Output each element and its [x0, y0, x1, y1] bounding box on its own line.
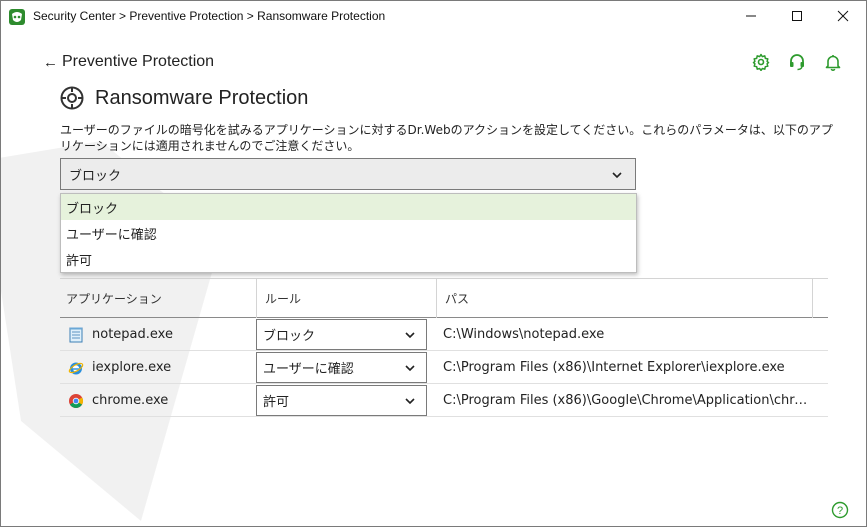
arrow-left-icon: ← [43, 53, 58, 71]
minimize-button[interactable] [728, 1, 774, 31]
app-cell: chrome.exe [68, 384, 168, 417]
rule-select-value: ユーザーに確認 [263, 362, 354, 377]
path-cell: C:\Program Files (x86)\Internet Explorer… [443, 351, 813, 384]
ransomware-shield-icon [60, 86, 84, 110]
internet-explorer-icon [68, 362, 84, 374]
headset-icon[interactable] [788, 53, 806, 71]
minimize-icon [746, 15, 756, 17]
notepad-icon [69, 327, 83, 342]
back-link[interactable]: ← Preventive Protection [43, 53, 214, 71]
path-text: C:\Program Files (x86)\Google\Chrome\App… [443, 393, 813, 408]
rule-select-value: 許可 [263, 395, 290, 410]
path-text: C:\Program Files (x86)\Internet Explorer… [443, 360, 785, 375]
close-icon [837, 10, 849, 22]
rule-select[interactable]: ブロック [256, 319, 427, 350]
table-header: アプリケーション ルール パス [60, 278, 828, 318]
rule-select[interactable]: ユーザーに確認 [256, 352, 427, 383]
app-window: Security Center > Preventive Protection … [0, 0, 867, 527]
chevron-down-icon [405, 332, 415, 339]
dropdown-option-block[interactable]: ブロック [61, 194, 636, 220]
drweb-logo-icon [9, 9, 25, 25]
bell-icon[interactable] [824, 53, 842, 71]
chevron-down-icon [405, 398, 415, 405]
table-row[interactable]: iexplore.exe ユーザーに確認 C:\Program Files (x… [60, 351, 828, 384]
path-cell: C:\Windows\notepad.exe [443, 318, 813, 351]
app-name: notepad.exe [92, 327, 173, 342]
option-label: ユーザーに確認 [66, 227, 157, 243]
app-cell: notepad.exe [68, 318, 173, 351]
close-button[interactable] [820, 1, 866, 31]
rule-select-value: ブロック [263, 329, 316, 344]
column-divider [812, 279, 813, 318]
window-title: Security Center > Preventive Protection … [33, 9, 386, 23]
column-header-application[interactable]: アプリケーション [66, 279, 162, 318]
action-dropdown-list: ブロック ユーザーに確認 許可 [60, 193, 637, 273]
chevron-down-icon [612, 172, 622, 179]
gear-icon[interactable] [752, 53, 770, 71]
app-name: chrome.exe [92, 393, 169, 408]
path-cell: C:\Program Files (x86)\Google\Chrome\App… [443, 384, 813, 417]
column-header-path[interactable]: パス [436, 279, 469, 318]
page-title: Ransomware Protection [95, 86, 309, 109]
column-header-rule[interactable]: ルール [256, 279, 301, 318]
dropdown-option-allow[interactable]: 許可 [61, 246, 636, 272]
chrome-icon [69, 393, 83, 408]
title-bar: Security Center > Preventive Protection … [1, 1, 866, 33]
table-row[interactable]: chrome.exe 許可 C:\Program Files (x86)\Goo… [60, 384, 828, 417]
dropdown-option-ask-user[interactable]: ユーザーに確認 [61, 220, 636, 246]
back-link-label: Preventive Protection [62, 53, 215, 70]
option-label: ブロック [66, 201, 119, 217]
app-cell: iexplore.exe [68, 351, 171, 384]
path-text: C:\Windows\notepad.exe [443, 327, 605, 342]
svg-text:?: ? [837, 505, 843, 517]
chevron-down-icon [405, 365, 415, 372]
help-icon[interactable]: ? [831, 501, 849, 519]
app-name: iexplore.exe [92, 360, 172, 375]
page-description: ユーザーのファイルの暗号化を試みるアプリケーションに対するDr.Webのアクショ… [60, 123, 833, 153]
action-select[interactable]: ブロック [60, 158, 636, 190]
page-header: Ransomware Protection [59, 85, 308, 111]
maximize-button[interactable] [774, 1, 820, 31]
action-select-value: ブロック [69, 168, 122, 184]
rule-select[interactable]: 許可 [256, 385, 427, 416]
applications-table: アプリケーション ルール パス notepad.exe ブロック C:\Wind… [60, 278, 828, 417]
table-row[interactable]: notepad.exe ブロック C:\Windows\notepad.exe [60, 318, 828, 351]
maximize-icon [792, 11, 802, 21]
option-label: 許可 [66, 253, 93, 269]
